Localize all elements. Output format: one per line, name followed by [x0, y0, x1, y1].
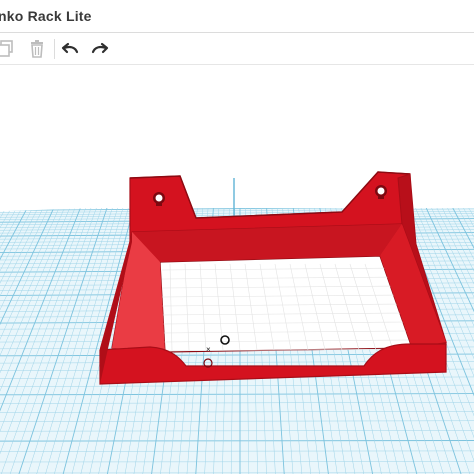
- redo-arrow-icon: [91, 42, 109, 54]
- redo-button[interactable]: [88, 37, 112, 61]
- design-title[interactable]: nko Rack Lite: [0, 8, 92, 24]
- duplicate-button[interactable]: [0, 37, 18, 61]
- duplicate-icon: [0, 40, 13, 57]
- title-bar: nko Rack Lite: [0, 0, 474, 33]
- delete-button[interactable]: [25, 37, 49, 61]
- axis-marker-x: ×: [206, 345, 211, 354]
- workplane-canvas: ×: [0, 171, 474, 474]
- undo-button[interactable]: [58, 37, 82, 61]
- undo-arrow-icon: [61, 42, 79, 54]
- toolbar-divider: [54, 39, 55, 59]
- trash-icon: [31, 40, 43, 58]
- workplane-viewport[interactable]: ×: [0, 66, 474, 474]
- toolbar: [0, 33, 474, 65]
